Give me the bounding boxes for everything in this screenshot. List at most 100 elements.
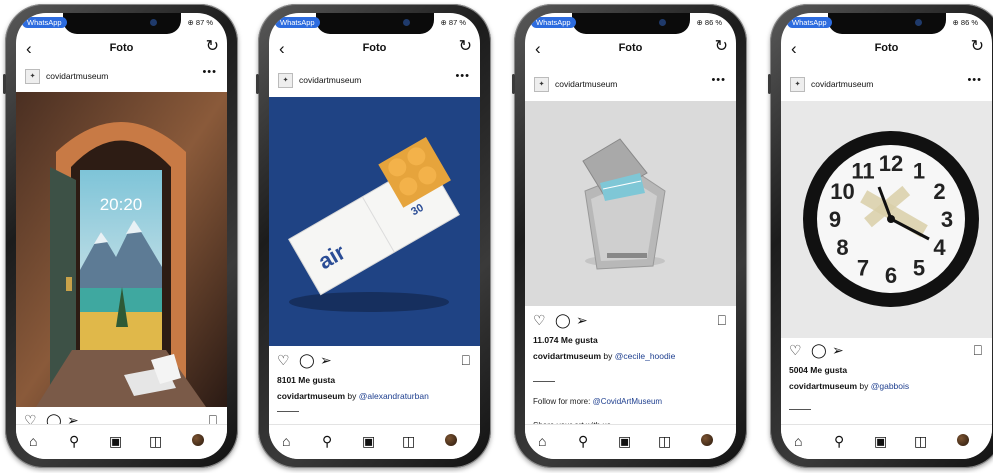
account-avatar[interactable]: ✦ <box>25 69 40 84</box>
heart-icon[interactable]: ♡ <box>789 341 802 359</box>
post-actions: ♡ ◯ ➢ ⎕ <box>525 311 736 331</box>
follow-text: Follow for more: <box>533 397 593 406</box>
battery-indicator: ⊕ 86 % <box>696 18 722 27</box>
account-avatar[interactable]: ✦ <box>534 77 549 92</box>
likes-count[interactable]: 11.074 Me gusta <box>533 335 598 345</box>
more-dots-icon[interactable]: ••• <box>455 70 470 82</box>
home-icon[interactable]: ⌂ <box>29 433 37 449</box>
caption-username[interactable]: covidartmuseum <box>277 391 345 401</box>
refresh-icon[interactable]: ↻ <box>206 39 219 55</box>
post-header: ✦ covidartmuseum ••• <box>16 63 227 89</box>
screen: WhatsApp ⊕ 86 % ‹ Foto ↻ ✦ covidartmuseu… <box>525 13 736 459</box>
send-icon[interactable]: ➢ <box>832 341 844 359</box>
post-caption: covidartmuseum by @gabbois <box>789 381 986 391</box>
refresh-icon[interactable]: ↻ <box>971 39 984 55</box>
clock-numeral: 8 <box>836 235 848 260</box>
home-icon[interactable]: ⌂ <box>538 433 546 449</box>
account-name[interactable]: covidartmuseum <box>811 79 873 89</box>
battery-indicator: ⊕ 86 % <box>952 18 978 27</box>
reels-icon[interactable]: ▣ <box>618 433 631 449</box>
lockscreen-time: 20:20 <box>100 195 143 214</box>
search-icon[interactable]: ⚲ <box>578 433 588 449</box>
page-title: Foto <box>362 42 387 54</box>
likes-count[interactable]: 5004 Me gusta <box>789 365 847 375</box>
account-avatar[interactable]: ✦ <box>790 77 805 92</box>
bottom-nav: ⌂ ⚲ ▣ ◫ <box>16 424 227 459</box>
reels-icon[interactable]: ▣ <box>874 433 887 449</box>
artwork-window-painting: 20:20 <box>16 92 227 407</box>
more-dots-icon[interactable]: ••• <box>967 74 982 86</box>
shop-icon[interactable]: ◫ <box>402 433 415 449</box>
side-button <box>256 74 259 94</box>
account-avatar[interactable]: ✦ <box>278 73 293 88</box>
clock-numeral: 4 <box>933 235 946 260</box>
home-icon[interactable]: ⌂ <box>282 433 290 449</box>
side-button <box>768 74 771 94</box>
artwork-taped-clock: 12 1234567891011 <box>781 101 992 338</box>
account-name[interactable]: covidartmuseum <box>299 75 361 85</box>
shop-icon[interactable]: ◫ <box>149 433 162 449</box>
reels-icon[interactable]: ▣ <box>362 433 375 449</box>
post-actions: ♡ ◯ ➢ ⎕ <box>269 351 480 371</box>
more-dots-icon[interactable]: ••• <box>202 66 217 78</box>
shop-icon[interactable]: ◫ <box>914 433 927 449</box>
caption-text: by <box>857 381 871 391</box>
status-bar: WhatsApp ⊕ 87 % <box>269 17 480 31</box>
likes-count[interactable]: 8101 Me gusta <box>277 375 335 385</box>
screen: WhatsApp ⊕ 87 % ‹ Foto ↻ ✦ covidartmuseu… <box>16 13 227 459</box>
page-title: Foto <box>109 42 134 54</box>
send-icon[interactable]: ➢ <box>320 351 332 369</box>
status-bar: WhatsApp ⊕ 86 % <box>525 17 736 31</box>
caption-divider <box>789 409 811 410</box>
phone-3: WhatsApp ⊕ 86 % ‹ Foto ↻ ✦ covidartmuseu… <box>512 4 747 468</box>
post-image[interactable]: 12 1 2 3 4 5 6 7 8 9 10 11 <box>781 101 992 338</box>
side-button <box>3 74 6 94</box>
refresh-icon[interactable]: ↻ <box>459 39 472 55</box>
post-caption: covidartmuseum by @cecile_hoodie <box>533 351 730 361</box>
profile-avatar-icon[interactable] <box>957 434 969 446</box>
profile-avatar-icon[interactable] <box>192 434 204 446</box>
profile-avatar-icon[interactable] <box>445 434 457 446</box>
send-icon[interactable]: ➢ <box>576 311 588 329</box>
refresh-icon[interactable]: ↻ <box>715 39 728 55</box>
post-header: ✦ covidartmuseum ••• <box>525 71 736 97</box>
heart-icon[interactable]: ♡ <box>277 351 290 369</box>
clock-numeral: 6 <box>885 263 897 288</box>
caption-text: by <box>601 351 615 361</box>
caption-mention[interactable]: @alexandraturban <box>359 391 429 401</box>
whatsapp-badge[interactable]: WhatsApp <box>275 17 320 28</box>
bottom-nav: ⌂ ⚲ ▣ ◫ <box>269 424 480 459</box>
comment-icon[interactable]: ◯ <box>299 351 315 369</box>
account-name[interactable]: covidartmuseum <box>555 79 617 89</box>
whatsapp-badge[interactable]: WhatsApp <box>787 17 832 28</box>
bookmark-icon[interactable]: ⎕ <box>718 311 726 329</box>
bookmark-icon[interactable]: ⎕ <box>974 341 982 359</box>
comment-icon[interactable]: ◯ <box>555 311 571 329</box>
bookmark-icon[interactable]: ⎕ <box>462 351 470 369</box>
shop-icon[interactable]: ◫ <box>658 433 671 449</box>
caption-username[interactable]: covidartmuseum <box>533 351 601 361</box>
heart-icon[interactable]: ♡ <box>533 311 546 329</box>
caption-username[interactable]: covidartmuseum <box>789 381 857 391</box>
home-icon[interactable]: ⌂ <box>794 433 802 449</box>
search-icon[interactable]: ⚲ <box>834 433 844 449</box>
post-image[interactable]: 20:20 <box>16 92 227 407</box>
profile-avatar-icon[interactable] <box>701 434 713 446</box>
whatsapp-badge[interactable]: WhatsApp <box>22 17 67 28</box>
post-header: ✦ covidartmuseum ••• <box>781 71 992 97</box>
comment-icon[interactable]: ◯ <box>811 341 827 359</box>
page-title: Foto <box>618 42 643 54</box>
more-dots-icon[interactable]: ••• <box>711 74 726 86</box>
caption-mention[interactable]: @gabbois <box>871 381 909 391</box>
search-icon[interactable]: ⚲ <box>322 433 332 449</box>
caption-mention[interactable]: @cecile_hoodie <box>615 351 676 361</box>
whatsapp-badge[interactable]: WhatsApp <box>531 17 576 28</box>
search-icon[interactable]: ⚲ <box>69 433 79 449</box>
reels-icon[interactable]: ▣ <box>109 433 122 449</box>
follow-mention[interactable]: @CovidArtMuseum <box>593 397 662 406</box>
post-image[interactable] <box>525 101 736 306</box>
battery-indicator: ⊕ 87 % <box>440 18 466 27</box>
post-image[interactable]: air 30 <box>269 97 480 346</box>
clock-numeral: 12 <box>879 151 903 176</box>
account-name[interactable]: covidartmuseum <box>46 71 108 81</box>
